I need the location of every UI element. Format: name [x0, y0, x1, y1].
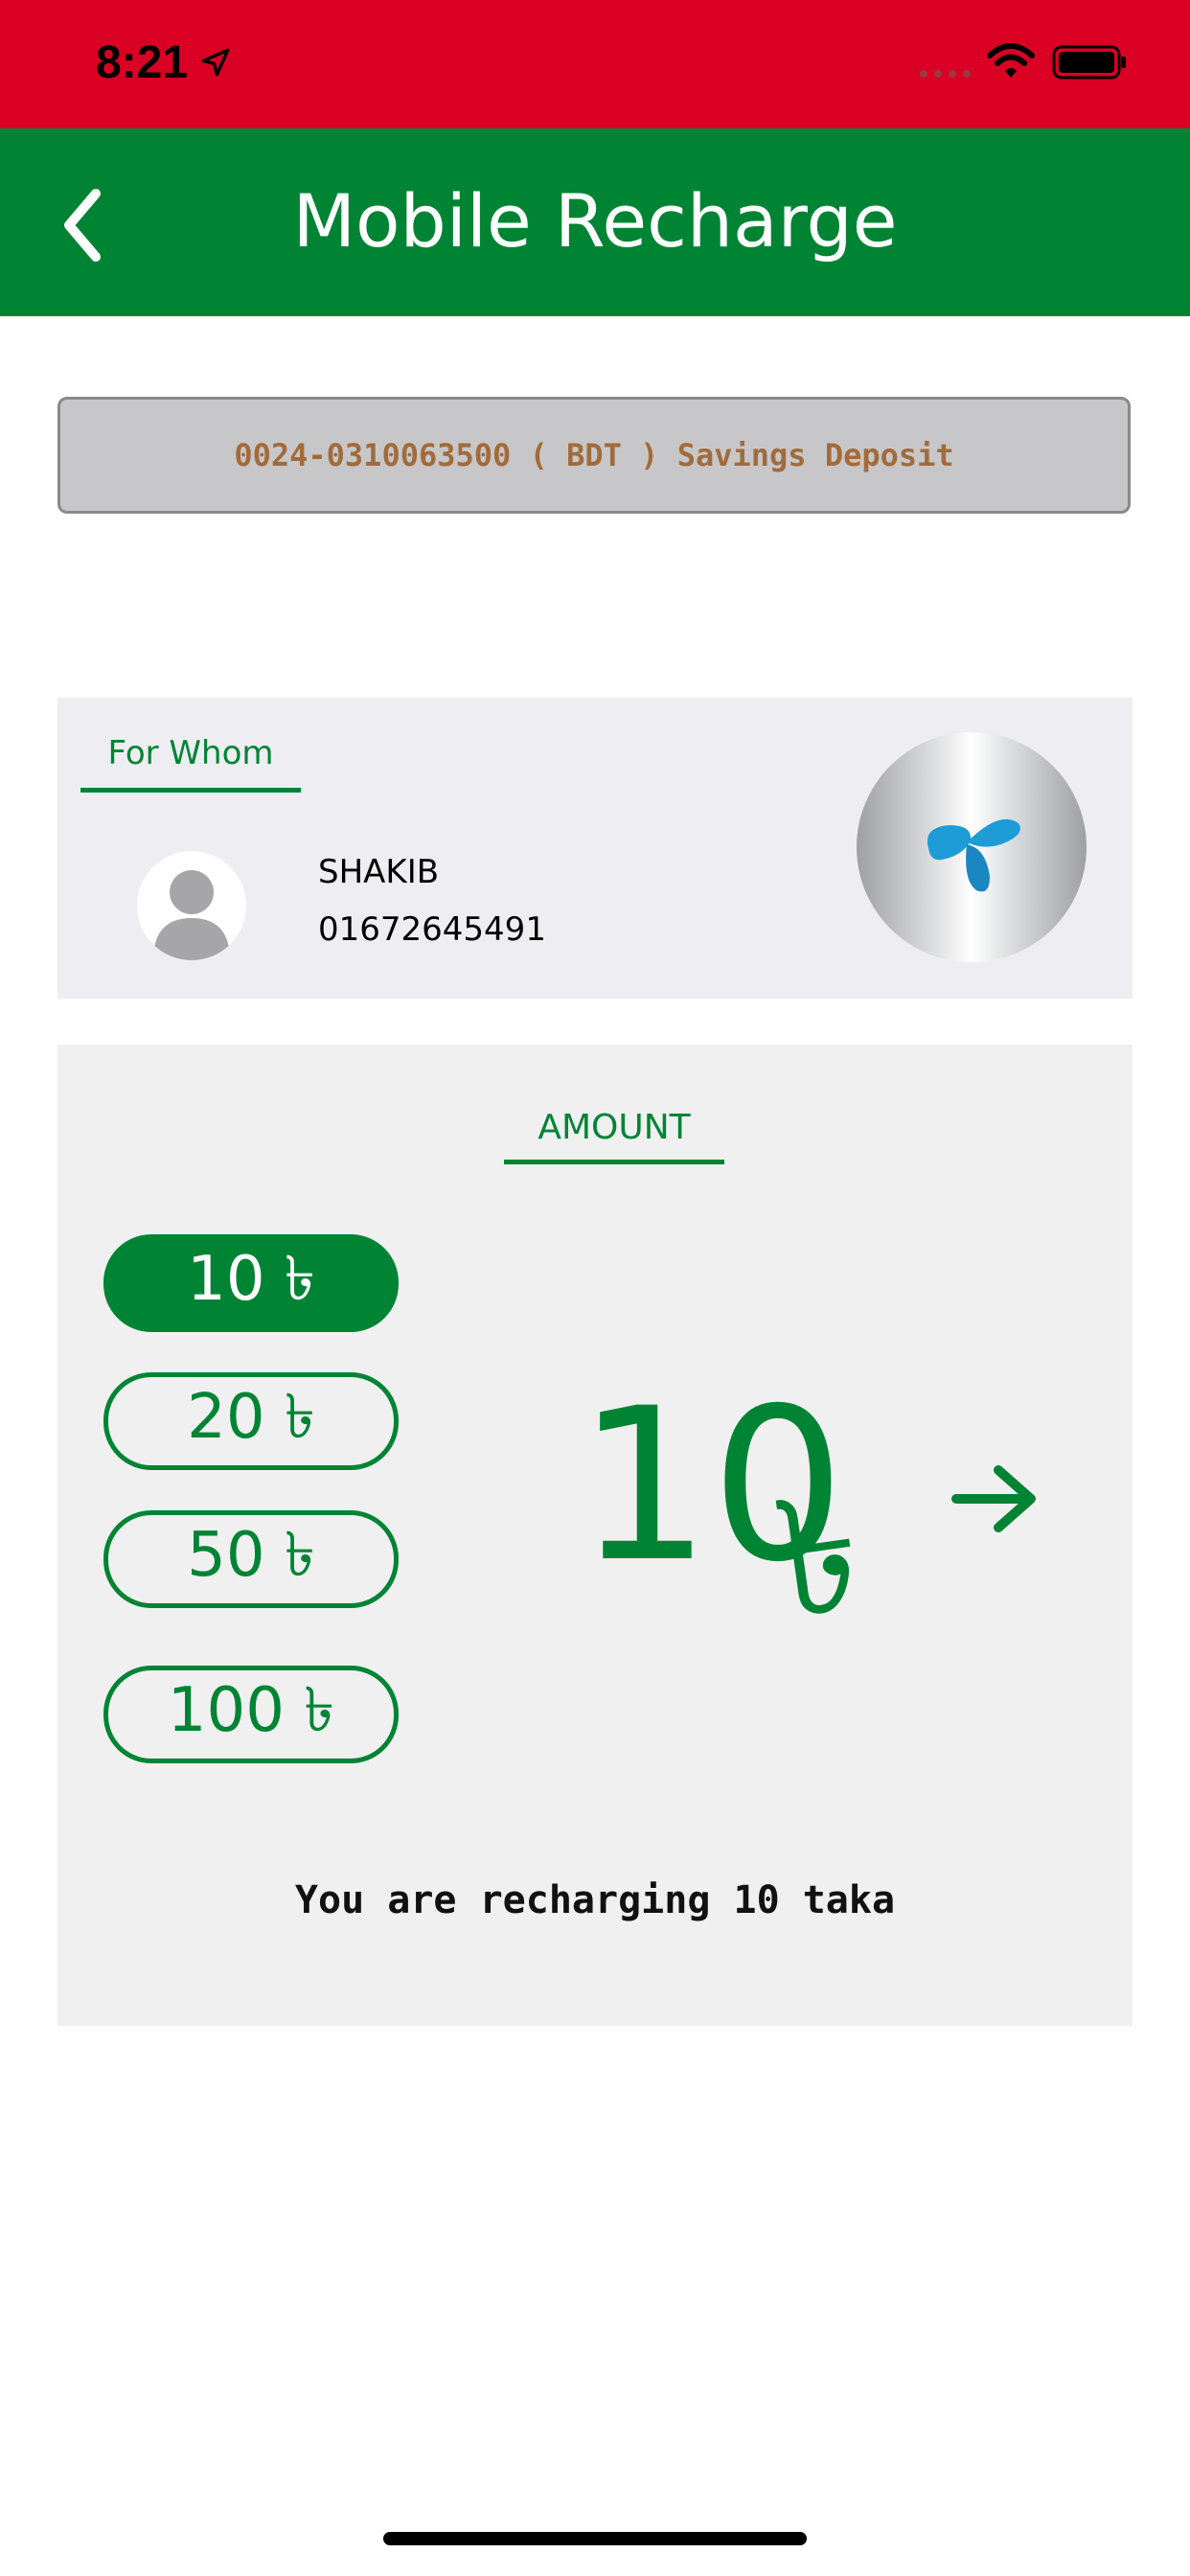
person-icon[interactable]	[137, 851, 246, 960]
for-whom-title: For Whom	[107, 734, 274, 772]
for-whom-panel: For Whom SHAKIB 01672645491	[57, 698, 1133, 999]
contact-number: 01672645491	[318, 910, 546, 949]
amount-panel: AMOUNT 10 ৳ 20 ৳ 50 ৳ 100 ৳ 10 ৳ You are…	[57, 1045, 1133, 2026]
currency-symbol: ৳	[765, 1458, 873, 1657]
status-bar: 8:21	[0, 0, 1190, 128]
wifi-icon	[987, 43, 1035, 78]
amount-option-50[interactable]: 50 ৳	[103, 1510, 399, 1608]
operator-logo-icon[interactable]	[857, 732, 1087, 962]
cellular-signal-icon	[920, 70, 971, 78]
amount-title: AMOUNT	[538, 1108, 691, 1147]
amount-option-100[interactable]: 100 ৳	[103, 1666, 399, 1763]
location-arrow-icon	[201, 48, 230, 77]
page-title: Mobile Recharge	[292, 178, 898, 264]
contact-name: SHAKIB	[318, 853, 440, 891]
amount-option-20[interactable]: 20 ৳	[103, 1372, 399, 1470]
for-whom-underline	[80, 788, 301, 793]
home-indicator[interactable]	[383, 2532, 807, 2545]
status-time: 8:21	[96, 37, 189, 88]
account-selector[interactable]: 0024-0310063500 ( BDT ) Savings Deposit	[57, 397, 1131, 514]
recharge-summary: You are recharging 10 taka	[294, 1878, 896, 1922]
navigation-bar: Mobile Recharge	[0, 128, 1190, 316]
battery-icon	[1052, 45, 1126, 80]
amount-underline	[504, 1160, 724, 1164]
arrow-right-icon[interactable]	[950, 1462, 1039, 1535]
amount-option-10[interactable]: 10 ৳	[103, 1234, 399, 1332]
